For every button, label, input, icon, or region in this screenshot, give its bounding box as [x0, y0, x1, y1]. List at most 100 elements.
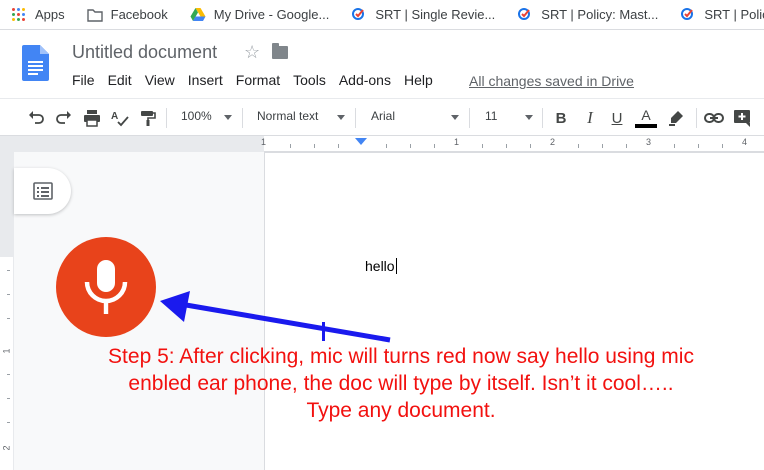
ruler-tick — [578, 144, 579, 148]
vertical-ruler: 1 2 — [0, 152, 14, 470]
chevron-down-icon[interactable] — [337, 115, 345, 120]
toolbar-divider — [355, 108, 356, 128]
star-icon[interactable]: ☆ — [244, 42, 260, 63]
annotation-cursor-mark — [322, 322, 325, 341]
chevron-down-icon[interactable] — [451, 115, 459, 120]
ruler-tick — [7, 294, 10, 295]
toolbar-divider — [166, 108, 167, 128]
ruler-tick — [434, 144, 435, 148]
bookmark-apps[interactable]: Apps — [12, 7, 65, 22]
zoom-select[interactable]: 100% — [181, 109, 212, 123]
redo-icon[interactable] — [54, 107, 74, 129]
highlight-pen-icon[interactable] — [666, 107, 686, 129]
save-status-link[interactable]: All changes saved in Drive — [469, 73, 634, 89]
document-body-text[interactable]: hello — [365, 258, 397, 274]
text-cursor — [395, 258, 397, 274]
ruler-tick — [7, 422, 10, 423]
move-folder-icon[interactable] — [272, 43, 288, 59]
voice-typing-mic-button[interactable] — [56, 237, 156, 337]
caption-line: Step 5: After clicking, mic will turns r… — [108, 345, 694, 368]
text-color-icon[interactable]: A — [634, 107, 658, 129]
ruler-tick — [7, 270, 10, 271]
ruler-tick — [674, 144, 675, 148]
google-docs-logo-icon[interactable] — [22, 45, 49, 81]
docs-header: Untitled document ☆ File Edit View Inser… — [0, 30, 764, 98]
srt-icon — [352, 7, 365, 20]
ruler-margin — [0, 152, 14, 257]
menu-edit[interactable]: Edit — [108, 72, 132, 88]
font-size-select[interactable]: 11 — [485, 109, 497, 123]
ruler-label: 2 — [1, 445, 12, 451]
bookmark-srt-policy-master[interactable]: SRT | Policy: Mast... — [517, 7, 658, 23]
bookmark-facebook[interactable]: Facebook — [86, 7, 168, 23]
ruler-tick — [7, 398, 10, 399]
bookmark-my-drive[interactable]: My Drive - Google... — [190, 7, 330, 23]
ruler-label: 3 — [646, 137, 652, 147]
ruler-margin — [0, 136, 264, 152]
underline-icon[interactable]: U — [607, 107, 627, 129]
document-outline-button[interactable] — [14, 168, 71, 214]
microphone-icon — [84, 260, 128, 314]
toolbar-divider — [242, 108, 243, 128]
ruler-tick — [314, 144, 315, 148]
apps-grid-icon — [12, 8, 25, 21]
link-icon[interactable] — [703, 107, 725, 129]
folder-icon — [86, 8, 103, 22]
toolbar-divider — [542, 108, 543, 128]
ruler-tick — [482, 144, 483, 148]
bookmark-label: SRT | Policy: Mast... — [541, 7, 659, 22]
ruler-label: 1 — [1, 348, 12, 354]
toolbar-divider — [696, 108, 697, 128]
ruler-label: 4 — [742, 137, 748, 147]
google-drive-icon — [190, 7, 206, 21]
document-title[interactable]: Untitled document — [72, 42, 217, 63]
ruler-tick — [506, 144, 507, 148]
ruler-tick — [7, 374, 10, 375]
svg-text:A: A — [111, 111, 118, 122]
instruction-caption: Step 5: After clicking, mic will turns r… — [40, 343, 762, 424]
paragraph-style-select[interactable]: Normal text — [257, 109, 318, 123]
print-icon[interactable] — [82, 107, 102, 129]
ruler-tick — [386, 144, 387, 148]
menu-file[interactable]: File — [72, 72, 95, 88]
menu-format[interactable]: Format — [236, 72, 280, 88]
caption-line: Type any document. — [306, 399, 496, 422]
ruler-tick — [7, 318, 10, 319]
ruler-tick — [626, 144, 627, 148]
ruler-tick — [338, 144, 339, 148]
menu-insert[interactable]: Insert — [188, 72, 223, 88]
italic-icon[interactable]: I — [580, 107, 600, 129]
menu-bar: File Edit View Insert Format Tools Add-o… — [72, 72, 446, 88]
srt-icon — [681, 7, 694, 20]
outline-list-icon — [32, 182, 53, 200]
bookmark-label: My Drive - Google... — [213, 7, 330, 22]
ruler-label: 2 — [550, 137, 556, 147]
ruler-label: 1 — [261, 137, 267, 147]
menu-add-ons[interactable]: Add-ons — [339, 72, 391, 88]
caption-line: enbled ear phone, the doc will type by i… — [128, 372, 674, 395]
chevron-down-icon[interactable] — [525, 115, 533, 120]
bookmark-label: SRT | Policy: Regu — [704, 7, 764, 22]
bookmarks-bar: Apps Facebook My Drive - Google... SRT |… — [0, 0, 764, 30]
paint-format-icon[interactable] — [138, 107, 158, 129]
font-select[interactable]: Arial — [371, 109, 395, 123]
ruler-tick — [410, 144, 411, 148]
bookmark-label: Apps — [35, 7, 65, 22]
bookmark-srt-policy-regu[interactable]: SRT | Policy: Regu — [680, 7, 764, 23]
undo-icon[interactable] — [26, 107, 46, 129]
bookmark-label: Facebook — [110, 7, 168, 22]
menu-tools[interactable]: Tools — [293, 72, 326, 88]
indent-marker[interactable] — [355, 138, 367, 145]
ruler-tick — [698, 144, 699, 148]
chevron-down-icon[interactable] — [224, 115, 232, 120]
bold-icon[interactable]: B — [551, 107, 571, 129]
ruler-tick — [530, 144, 531, 148]
ruler-label: 1 — [454, 137, 460, 147]
bookmark-srt-single-review[interactable]: SRT | Single Revie... — [351, 7, 495, 23]
menu-help[interactable]: Help — [404, 72, 433, 88]
screen: Apps Facebook My Drive - Google... SRT |… — [0, 0, 764, 470]
toolbar-divider — [469, 108, 470, 128]
spellcheck-icon[interactable]: A — [110, 107, 130, 129]
menu-view[interactable]: View — [145, 72, 175, 88]
add-comment-icon[interactable] — [732, 107, 752, 129]
